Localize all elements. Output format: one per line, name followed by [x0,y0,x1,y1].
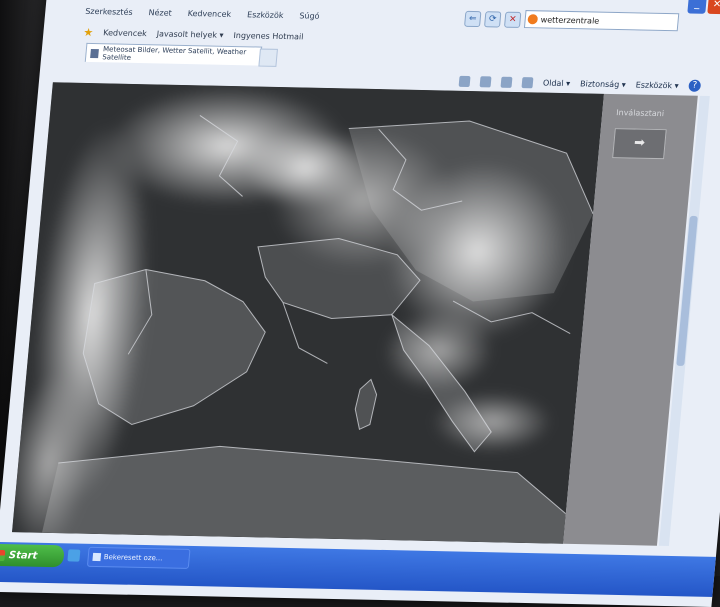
start-label: Start [8,549,38,562]
windows-logo-icon [0,549,6,561]
menu-item-favorites[interactable]: Kedvencek [187,8,231,18]
home-icon[interactable] [458,75,471,87]
star-icon[interactable]: ★ [83,25,94,38]
favorites-link-hotmail[interactable]: Ingyenes Hotmail [233,30,304,40]
print-icon[interactable] [521,76,534,88]
quick-launch-icon[interactable] [67,549,81,562]
close-icon[interactable]: ✕ [707,0,720,15]
command-bar: Oldal ▾ Biztonság ▾ Eszközök ▾ ? [458,75,702,92]
taskbar-item[interactable]: Bekeresett oze... [86,546,191,569]
taskbar-item-label: Bekeresett oze... [103,553,163,563]
menu-item-help[interactable]: Súgó [299,11,320,20]
nav-buttons: ⇐ ⟳ ✕ [464,10,522,28]
feeds-icon[interactable] [479,75,492,87]
safety-menu-button[interactable]: Biztonság ▾ [580,79,626,89]
stop-icon[interactable]: ✕ [503,11,522,28]
page-menu-button[interactable]: Oldal ▾ [543,78,571,88]
browser-tab[interactable]: Meteosat Bilder, Wetter Satellit, Weathe… [84,42,263,66]
help-icon[interactable]: ? [688,79,702,92]
satellite-image [12,82,604,544]
side-panel-label: Inválasztani [615,108,665,119]
window-controls: _ ✕ [687,0,720,15]
menu-item-view[interactable]: Nézet [148,8,172,17]
arrow-right-icon[interactable]: ➡ [612,128,667,160]
start-button[interactable]: Start [0,543,65,568]
search-engine-icon [527,14,539,25]
menu-item-tools[interactable]: Eszközök [247,10,284,20]
search-input[interactable]: wetterzentrale [523,10,680,32]
favorites-button[interactable]: Kedvencek [103,28,147,38]
new-tab-button[interactable] [258,48,278,67]
minimize-icon[interactable]: _ [687,0,707,14]
tools-menu-button[interactable]: Eszközök ▾ [635,80,679,90]
refresh-icon[interactable]: ⟳ [483,11,502,28]
taskbar: Start Bekeresett oze... [0,541,720,598]
page-favicon-icon [90,48,100,58]
search-value: wetterzentrale [540,14,600,26]
window-icon [92,552,102,562]
tab-title: Meteosat Bilder, Wetter Satellit, Weathe… [101,45,247,62]
menu-item-edit[interactable]: Szerkesztés [85,6,133,16]
back-icon[interactable]: ⇐ [464,10,482,28]
satellite-viewport [12,82,604,544]
favorites-link-suggested[interactable]: Javasolt helyek ▾ [156,29,224,39]
browser-screen: Szerkesztés Nézet Kedvencek Eszközök Súg… [0,0,720,607]
mail-icon[interactable] [500,76,513,88]
